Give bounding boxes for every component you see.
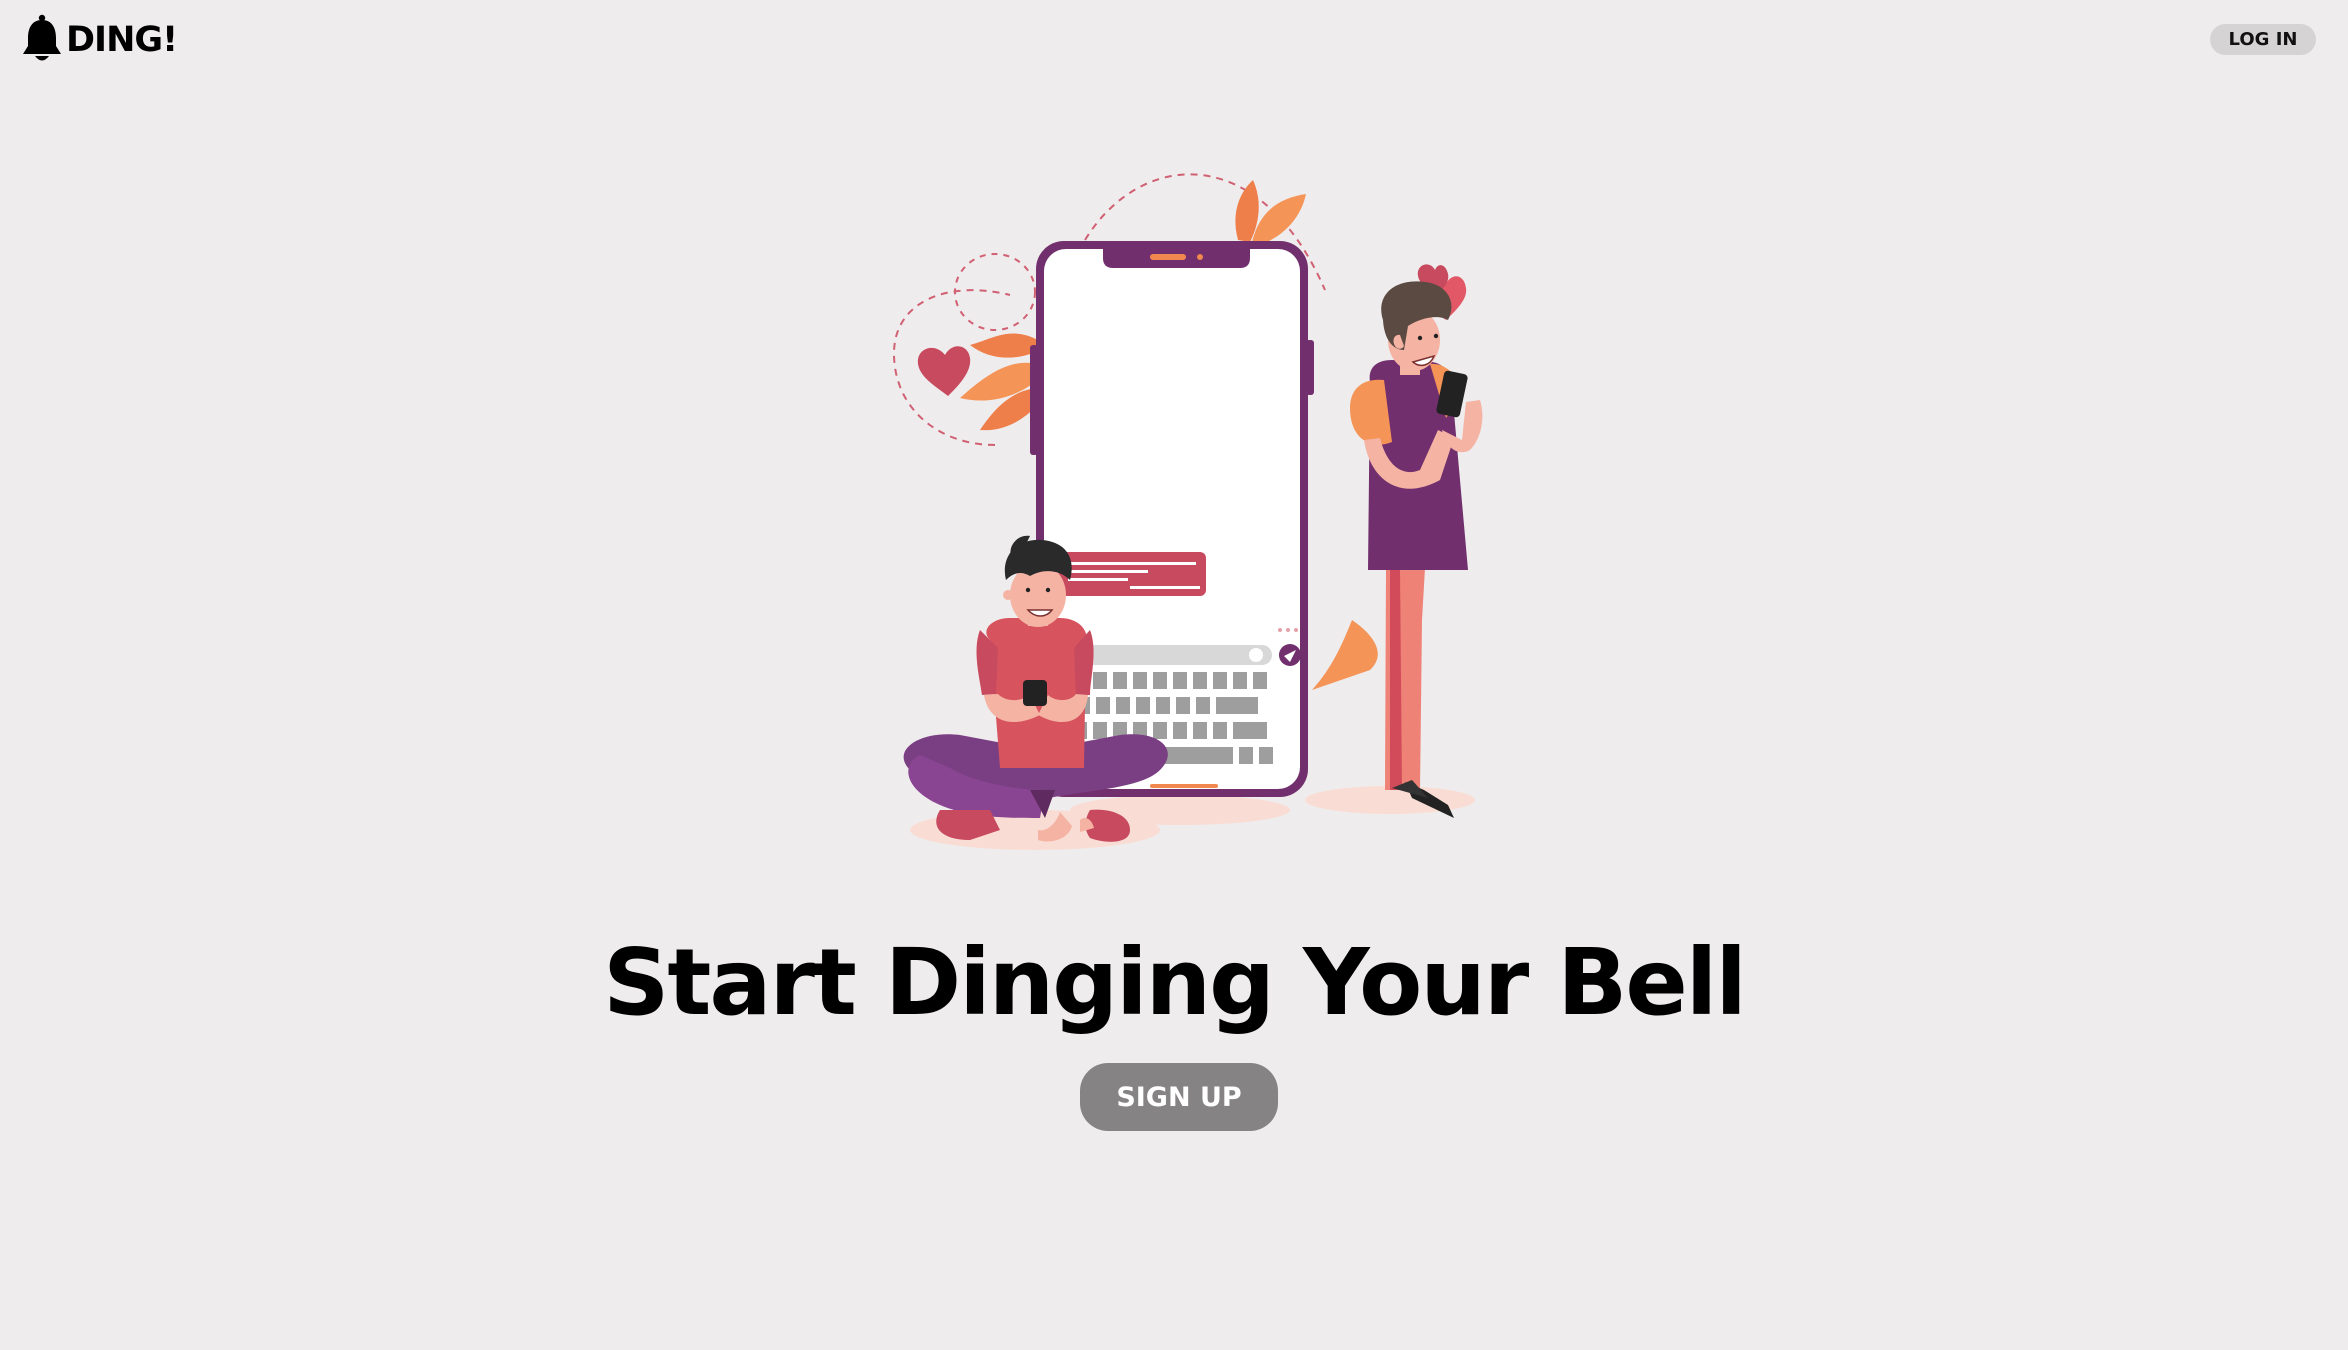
keyboard-key [1173, 722, 1187, 739]
bell-icon [23, 14, 61, 61]
top-bar: DING! LOG IN [0, 0, 2348, 80]
keyboard-key [1096, 697, 1110, 714]
hero-title: Start Dinging Your Bell [603, 929, 1747, 1036]
keyboard-key [1136, 697, 1150, 714]
keyboard-key [1213, 672, 1227, 689]
keyboard-key [1239, 747, 1253, 764]
keyboard-key [1116, 697, 1130, 714]
standing-person [1350, 281, 1483, 818]
keyboard-key [1259, 747, 1273, 764]
keyboard-key [1233, 722, 1267, 739]
landing-page: DING! LOG IN Start Dinging Your Bell SIG… [0, 0, 2348, 1350]
keyboard-key [1213, 722, 1227, 739]
keyboard-key [1173, 672, 1187, 689]
couple-texting-illustration [892, 173, 1483, 850]
leaf-cluster-right [1312, 620, 1378, 690]
leaf-cluster-top [1235, 180, 1306, 246]
brand-name: DING! [66, 19, 178, 60]
keyboard-key [1196, 697, 1210, 714]
heart-icon-left [917, 346, 971, 396]
keyboard-key [1113, 672, 1127, 689]
leaf-cluster-left [960, 333, 1040, 431]
keyboard-key [1233, 672, 1247, 689]
brand-logo[interactable]: DING! [20, 12, 178, 68]
login-button[interactable]: LOG IN [2210, 24, 2316, 55]
keyboard-key [1153, 672, 1167, 689]
keyboard-key [1193, 722, 1207, 739]
keyboard-key [1156, 697, 1170, 714]
keyboard-key [1133, 672, 1147, 689]
keyboard-key [1093, 722, 1107, 739]
keyboard-key [1093, 672, 1107, 689]
keyboard-key [1193, 672, 1207, 689]
keyboard-key [1153, 722, 1167, 739]
keyboard-key [1253, 672, 1267, 689]
keyboard-key [1176, 697, 1190, 714]
signup-button[interactable]: SIGN UP [1080, 1063, 1278, 1131]
keyboard-key [1216, 697, 1258, 714]
